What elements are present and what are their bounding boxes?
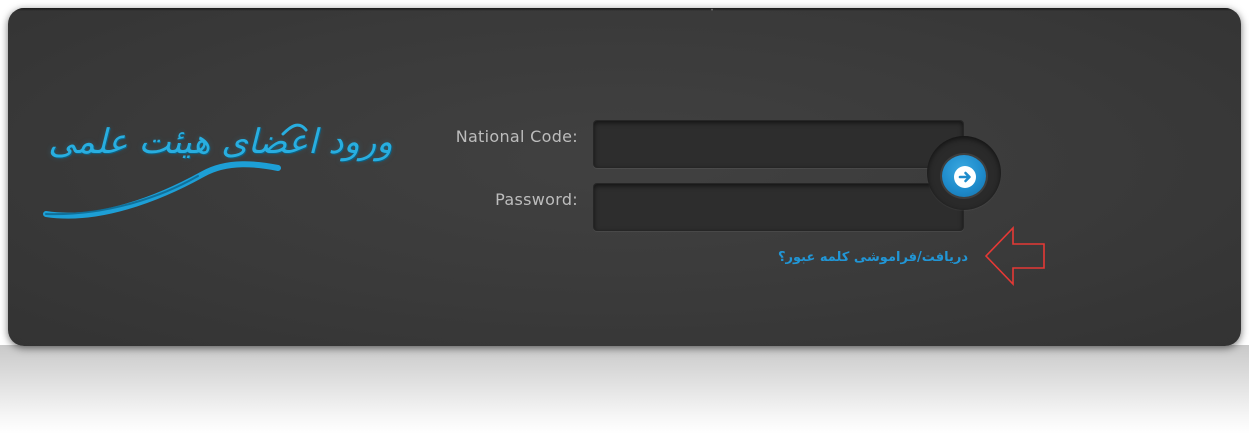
arrow-right-circle-icon xyxy=(954,166,976,188)
panel-top-edge xyxy=(8,8,1241,11)
submit-button[interactable] xyxy=(940,153,988,199)
panel-top-dot-icon: • xyxy=(710,8,714,14)
password-input[interactable] xyxy=(593,183,964,231)
left-arrow-outline-icon xyxy=(984,226,1045,286)
logo-title: ورود اعضای هیئت علمی xyxy=(48,122,393,162)
login-panel: • ورود اعضای هیئت علمی National Code: Pa… xyxy=(8,8,1241,346)
panel-reflection xyxy=(0,345,1249,434)
national-code-input[interactable] xyxy=(593,120,964,168)
password-label: Password: xyxy=(495,190,578,209)
forgot-password-link[interactable]: دریافت/فراموشی کلمه عبور؟ xyxy=(708,250,968,265)
faculty-login-logo: ورود اعضای هیئت علمی xyxy=(38,104,413,229)
national-code-label: National Code: xyxy=(455,127,578,146)
